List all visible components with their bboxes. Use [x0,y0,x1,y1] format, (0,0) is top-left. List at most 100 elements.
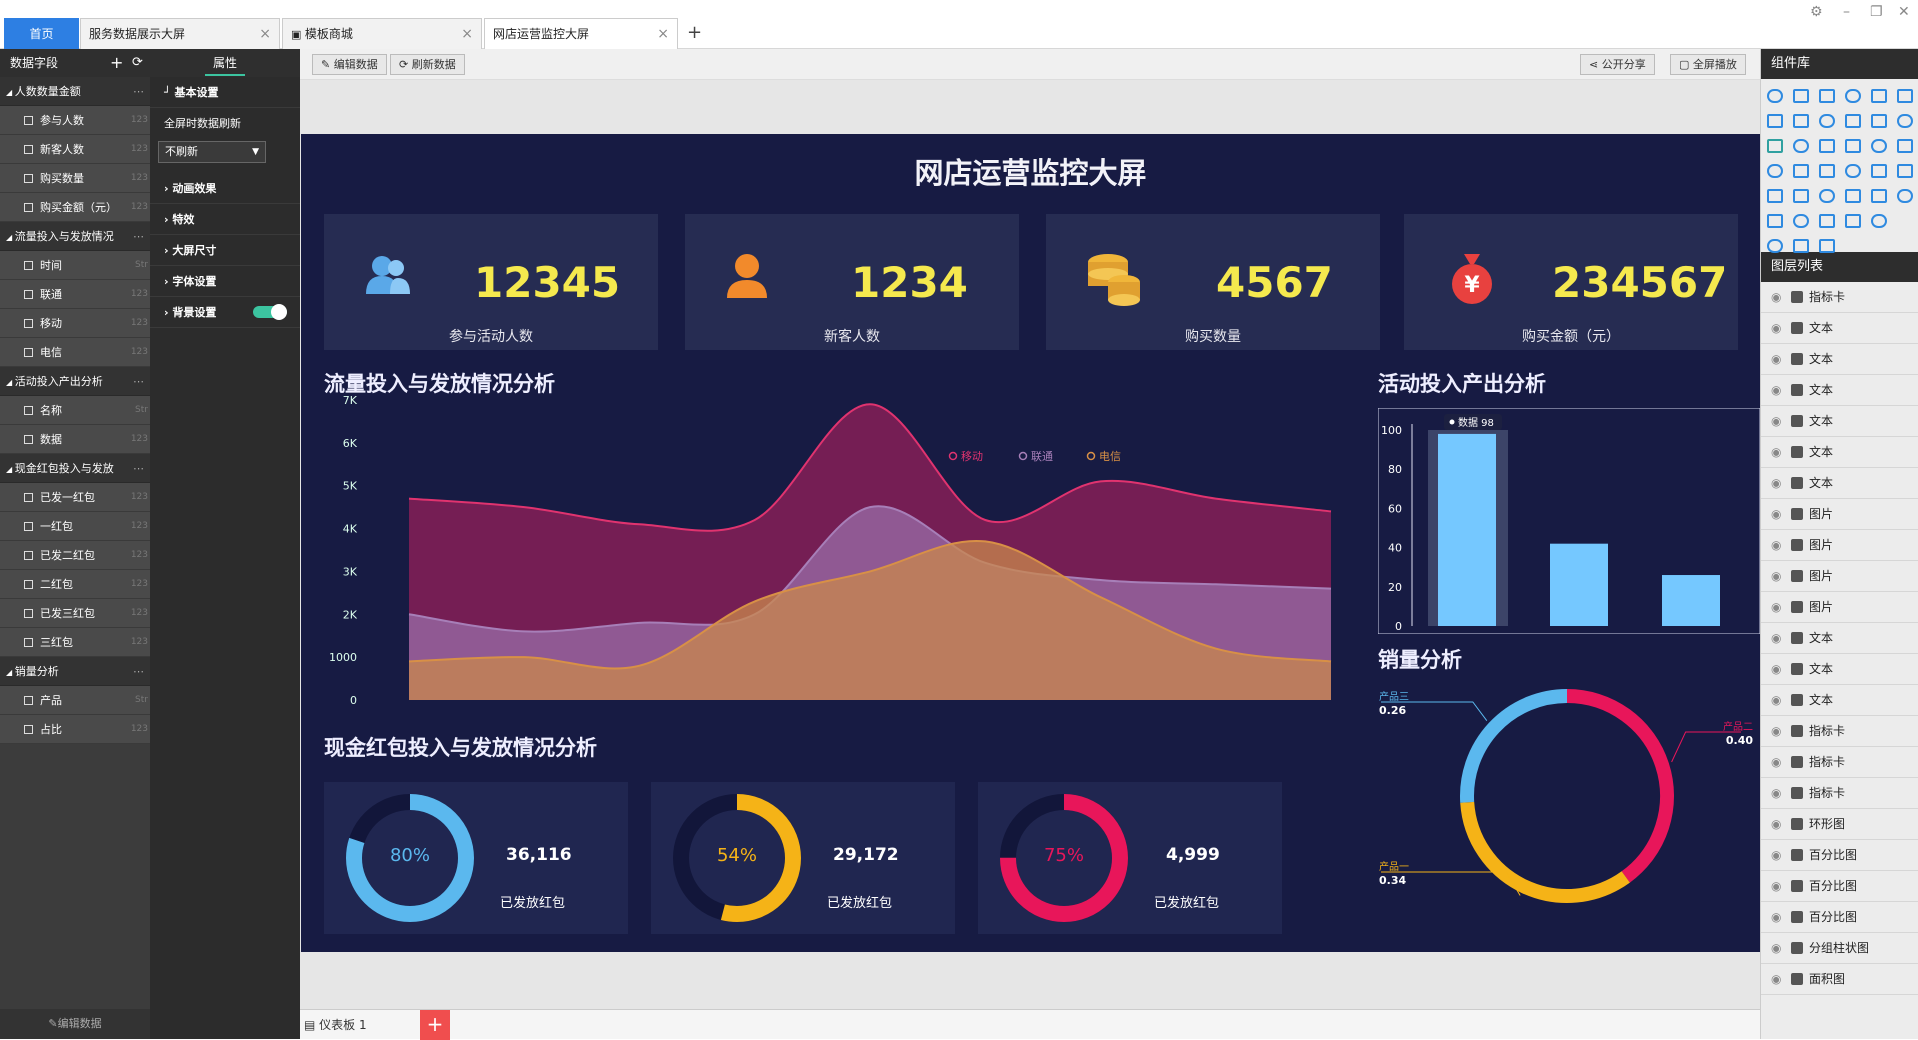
layer-item[interactable]: ◉ 文本 [1761,313,1918,344]
checkbox[interactable] [24,145,33,154]
eye-icon[interactable]: ◉ [1771,902,1781,933]
eye-icon[interactable]: ◉ [1771,964,1781,995]
layer-item[interactable]: ◉ 文本 [1761,654,1918,685]
ring-card[interactable]: 75% 4,999 已发放红包 [978,782,1282,934]
bar-chart[interactable]: 0 20 40 60 80 100 数据 98 [1378,408,1760,634]
property-section[interactable]: › 字体设置 [150,266,300,297]
layer-item[interactable]: ◉ 文本 [1761,685,1918,716]
field-item[interactable]: 购买数量 123 [0,164,150,193]
bar[interactable] [1662,575,1720,626]
checkbox[interactable] [24,348,33,357]
chart-component-icon[interactable] [1845,214,1861,228]
more-icon[interactable]: ⋯ [133,222,144,251]
checkbox[interactable] [24,203,33,212]
field-item[interactable]: 已发一红包 123 [0,483,150,512]
field-item[interactable]: 参与人数 123 [0,106,150,135]
fullscreen-button[interactable]: ▢ 全屏播放 [1670,54,1746,75]
layer-item[interactable]: ◉ 百分比图 [1761,840,1918,871]
more-icon[interactable]: ⋯ [133,454,144,483]
checkbox[interactable] [24,696,33,705]
layer-item[interactable]: ◉ 图片 [1761,561,1918,592]
checkbox[interactable] [24,725,33,734]
eye-icon[interactable]: ◉ [1771,778,1781,809]
field-group[interactable]: ◢ 现金红包投入与发放 ⋯ [0,454,150,483]
field-item[interactable]: 名称 Str [0,396,150,425]
field-item[interactable]: 数据 123 [0,425,150,454]
eye-icon[interactable]: ◉ [1771,313,1781,344]
field-item[interactable]: 产品 Str [0,686,150,715]
eye-icon[interactable]: ◉ [1771,623,1781,654]
layer-item[interactable]: ◉ 文本 [1761,344,1918,375]
field-group[interactable]: ◢ 流量投入与发放情况 ⋯ [0,222,150,251]
share-button[interactable]: ⋖ 公开分享 [1580,54,1655,75]
layer-item[interactable]: ◉ 分组柱状图 [1761,933,1918,964]
chart-component-icon[interactable] [1767,189,1783,203]
donut-slice[interactable] [1460,801,1630,903]
tab-home[interactable]: 首页 [4,18,79,49]
checkbox[interactable] [24,406,33,415]
chart-component-icon[interactable] [1793,139,1809,153]
layer-item[interactable]: ◉ 指标卡 [1761,747,1918,778]
checkbox[interactable] [24,290,33,299]
eye-icon[interactable]: ◉ [1771,716,1781,747]
close-icon[interactable]: × [461,19,473,49]
chart-component-icon[interactable] [1845,189,1861,203]
field-item[interactable]: 移动 123 [0,309,150,338]
eye-icon[interactable]: ◉ [1771,685,1781,716]
chart-component-icon[interactable] [1897,164,1913,178]
bar[interactable] [1438,433,1496,626]
checkbox[interactable] [24,638,33,647]
eye-icon[interactable]: ◉ [1771,530,1781,561]
eye-icon[interactable]: ◉ [1771,747,1781,778]
eye-icon[interactable]: ◉ [1771,592,1781,623]
field-item[interactable]: 已发三红包 123 [0,599,150,628]
chart-component-icon[interactable] [1767,89,1783,103]
field-group[interactable]: ◢ 销量分析 ⋯ [0,657,150,686]
close-window-icon[interactable]: ✕ [1898,4,1910,20]
kpi-card[interactable]: ¥ 234567 购买金额（元） [1404,214,1738,350]
add-dashboard-button[interactable]: + [420,1010,450,1040]
refresh-data-button[interactable]: ⟳ 刷新数据 [390,54,465,75]
chart-component-icon[interactable] [1819,189,1835,203]
kpi-card[interactable]: 12345 参与活动人数 [324,214,658,350]
chart-component-icon[interactable] [1897,114,1913,128]
chart-component-icon[interactable] [1819,139,1835,153]
eye-icon[interactable]: ◉ [1771,499,1781,530]
minimize-icon[interactable]: – [1843,4,1850,20]
settings-icon[interactable]: ⚙ [1810,4,1823,20]
layer-item[interactable]: ◉ 指标卡 [1761,282,1918,313]
chart-component-icon[interactable] [1793,239,1809,253]
layer-item[interactable]: ◉ 指标卡 [1761,778,1918,809]
chart-component-icon[interactable] [1845,164,1861,178]
chart-component-icon[interactable] [1871,164,1887,178]
field-item[interactable]: 电信 123 [0,338,150,367]
layer-item[interactable]: ◉ 图片 [1761,592,1918,623]
checkbox[interactable] [24,609,33,618]
chart-component-icon[interactable] [1819,114,1835,128]
chart-component-icon[interactable] [1845,114,1861,128]
tab-shop-monitor[interactable]: 网店运营监控大屏 × [484,18,678,49]
add-icon[interactable]: + [110,49,123,77]
legend-label[interactable]: 电信 [1099,450,1121,463]
chart-component-icon[interactable] [1871,114,1887,128]
checkbox[interactable] [24,116,33,125]
field-item[interactable]: 购买金额（元） 123 [0,193,150,222]
property-section[interactable]: › 特效 [150,204,300,235]
edit-data-button[interactable]: ✎ 编辑数据 [312,54,387,75]
checkbox[interactable] [24,174,33,183]
checkbox[interactable] [24,522,33,531]
layer-item[interactable]: ◉ 文本 [1761,375,1918,406]
chart-component-icon[interactable] [1793,214,1809,228]
chart-component-icon[interactable] [1767,164,1783,178]
eye-icon[interactable]: ◉ [1771,406,1781,437]
checkbox[interactable] [24,261,33,270]
property-section[interactable]: › 动画效果 [150,173,300,204]
eye-icon[interactable]: ◉ [1771,933,1781,964]
chart-component-icon[interactable] [1897,89,1913,103]
eye-icon[interactable]: ◉ [1771,809,1781,840]
ring-card[interactable]: 54% 29,172 已发放红包 [651,782,955,934]
eye-icon[interactable]: ◉ [1771,871,1781,902]
refresh-icon[interactable]: ⟳ [132,49,143,77]
tab-service-screen[interactable]: 服务数据展示大屏 × [80,18,280,49]
kpi-card[interactable]: 1234 新客人数 [685,214,1019,350]
